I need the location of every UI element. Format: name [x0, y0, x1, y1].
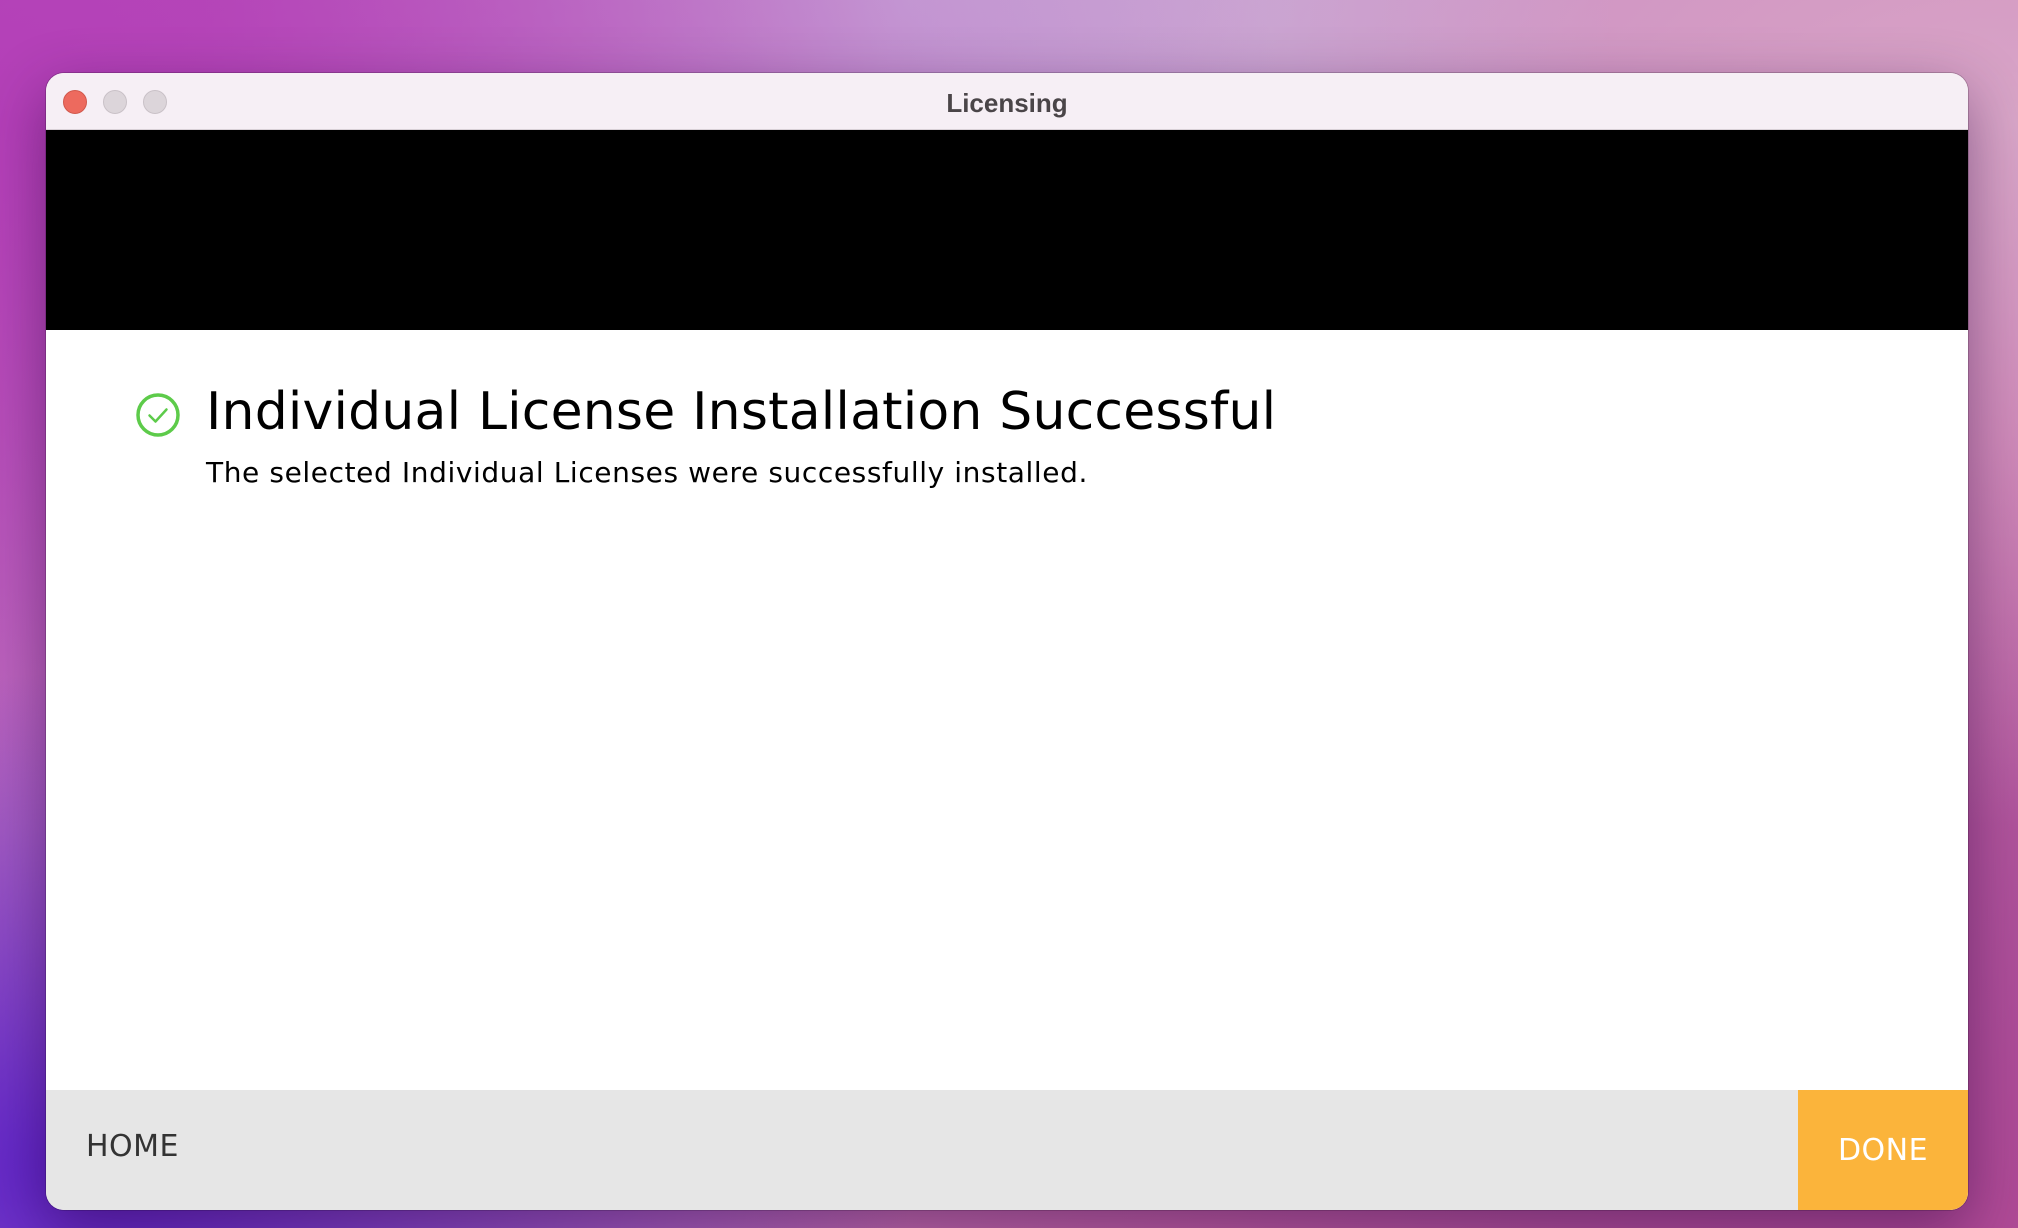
footer-bar: HOME DONE	[46, 1090, 1968, 1210]
header-banner	[46, 130, 1968, 330]
home-button[interactable]: HOME	[86, 1129, 179, 1164]
success-message: The selected Individual Licenses were su…	[206, 456, 1088, 489]
success-heading: Individual License Installation Successf…	[206, 382, 1277, 442]
licensing-window: Licensing Individual License Installatio…	[46, 73, 1968, 1210]
main-content: Individual License Installation Successf…	[46, 330, 1968, 1090]
done-button[interactable]: DONE	[1798, 1090, 1968, 1210]
window-title: Licensing	[946, 88, 1068, 118]
check-circle-icon	[136, 393, 180, 437]
title-bar: Licensing	[46, 73, 1968, 130]
